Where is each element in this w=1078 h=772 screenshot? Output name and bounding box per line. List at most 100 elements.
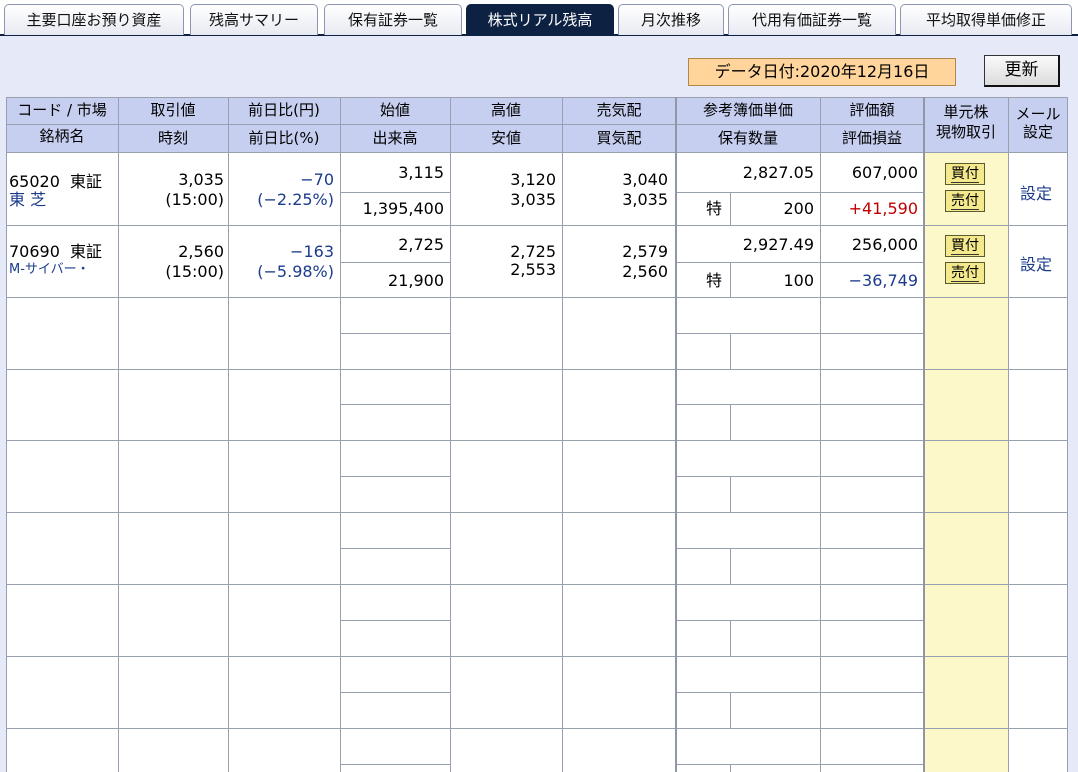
grid-line: [6, 440, 1068, 441]
mail-setting-link[interactable]: 設定: [1020, 251, 1052, 275]
sell-label: 売付: [951, 193, 979, 210]
grid-line: [676, 548, 924, 549]
grid-line: [6, 512, 1068, 513]
header-price: 取引値: [150, 101, 196, 119]
change-pct: (−2.25%): [257, 190, 334, 209]
account-type: 特: [706, 271, 723, 290]
grid-line: [450, 97, 451, 772]
grid-line: [730, 764, 731, 772]
grid-line: [676, 262, 924, 263]
grid-line: [340, 262, 450, 263]
buy-label: 買付: [951, 166, 979, 183]
header-change-pct: 前日比(%): [248, 129, 320, 147]
sell-button[interactable]: 売付: [945, 262, 985, 284]
grid-line: [6, 124, 924, 125]
grid-line: [676, 692, 924, 693]
grid-line: [6, 297, 1068, 298]
header-mail-setting: 設定: [1022, 123, 1053, 141]
stock-code: 70690: [9, 242, 60, 261]
valuation: 607,000: [851, 163, 918, 182]
buy-button[interactable]: 買付: [945, 163, 985, 185]
change-yen: −163: [290, 242, 334, 261]
grid-line: [340, 620, 450, 621]
stock-name-link[interactable]: 東 芝: [9, 190, 46, 210]
grid-line: [6, 152, 1068, 153]
high-price: 3,120: [510, 170, 556, 189]
grid-line: [730, 692, 731, 728]
holdings-table: コード / 市場 銘柄名 取引値 時刻 前日比(円) 前日比(%) 始値 出来高…: [0, 0, 1078, 772]
price-time: (15:00): [165, 190, 224, 209]
account-type: 特: [706, 199, 723, 218]
header-volume: 出来高: [372, 129, 418, 147]
grid-line: [6, 728, 1068, 729]
open-price: 2,725: [398, 235, 444, 254]
mail-column-bg: [1008, 152, 1068, 772]
grid-line: [340, 192, 450, 193]
bid-price: 2,560: [622, 262, 668, 281]
header-cash-trade: 現物取引: [935, 123, 996, 141]
grid-line: [6, 369, 1068, 370]
grid-line: [340, 476, 450, 477]
grid-line: [340, 548, 450, 549]
header-bid: 買気配: [596, 129, 642, 147]
header-open: 始値: [379, 101, 410, 119]
header-low: 安値: [490, 129, 521, 147]
gain-loss: +41,590: [848, 199, 918, 218]
ask-price: 3,040: [622, 170, 668, 189]
grid-line: [820, 97, 821, 772]
stock-name-link[interactable]: M-サイバー・: [9, 260, 90, 280]
grid-line: [340, 333, 450, 334]
market: 東証: [70, 172, 103, 191]
current-price: 3,035: [178, 170, 224, 189]
header-ref-cost: 参考簿価単価: [702, 101, 793, 119]
grid-line: [1067, 97, 1068, 772]
volume: 1,395,400: [362, 199, 444, 218]
quantity: 100: [783, 271, 814, 290]
current-price: 2,560: [178, 242, 224, 261]
change-pct: (−5.98%): [257, 262, 334, 281]
grid-line: [1008, 97, 1009, 772]
sell-label: 売付: [951, 265, 979, 282]
header-code-market: コード / 市場: [17, 101, 107, 119]
valuation: 256,000: [851, 235, 918, 254]
header-ask: 売気配: [596, 101, 642, 119]
quantity: 200: [783, 199, 814, 218]
grid-line: [676, 764, 924, 765]
low-price: 2,553: [510, 260, 556, 279]
grid-line: [676, 333, 924, 334]
gain-loss: −36,749: [848, 271, 918, 290]
price-time: (15:00): [165, 262, 224, 281]
header-time: 時刻: [157, 129, 188, 147]
market: 東証: [70, 242, 103, 261]
change-yen: −70: [300, 170, 334, 189]
buy-button[interactable]: 買付: [945, 235, 985, 257]
grid-line: [676, 476, 924, 477]
grid-line: [730, 620, 731, 656]
grid-line: [6, 225, 1068, 226]
grid-line: [675, 97, 677, 772]
grid-line: [6, 584, 1068, 585]
mail-setting-link[interactable]: 設定: [1020, 180, 1052, 204]
ask-price: 2,579: [622, 242, 668, 261]
grid-line: [118, 97, 119, 772]
grid-line: [228, 97, 229, 772]
grid-line: [676, 404, 924, 405]
grid-line: [730, 262, 731, 297]
ref-cost: 2,827.05: [742, 163, 814, 182]
low-price: 3,035: [510, 190, 556, 209]
buy-label: 買付: [951, 238, 979, 255]
grid-line: [6, 97, 7, 772]
ref-cost: 2,927.49: [742, 235, 814, 254]
grid-line: [923, 97, 925, 772]
high-price: 2,725: [510, 242, 556, 261]
header-valuation: 評価額: [849, 101, 895, 119]
grid-line: [6, 97, 1068, 98]
sell-button[interactable]: 売付: [945, 190, 985, 212]
grid-line: [340, 97, 341, 772]
grid-line: [340, 764, 450, 765]
grid-line: [676, 620, 924, 621]
header-gain-loss: 評価損益: [841, 129, 902, 147]
open-price: 3,115: [398, 163, 444, 182]
bid-price: 3,035: [622, 190, 668, 209]
stock-code: 65020: [9, 172, 60, 191]
